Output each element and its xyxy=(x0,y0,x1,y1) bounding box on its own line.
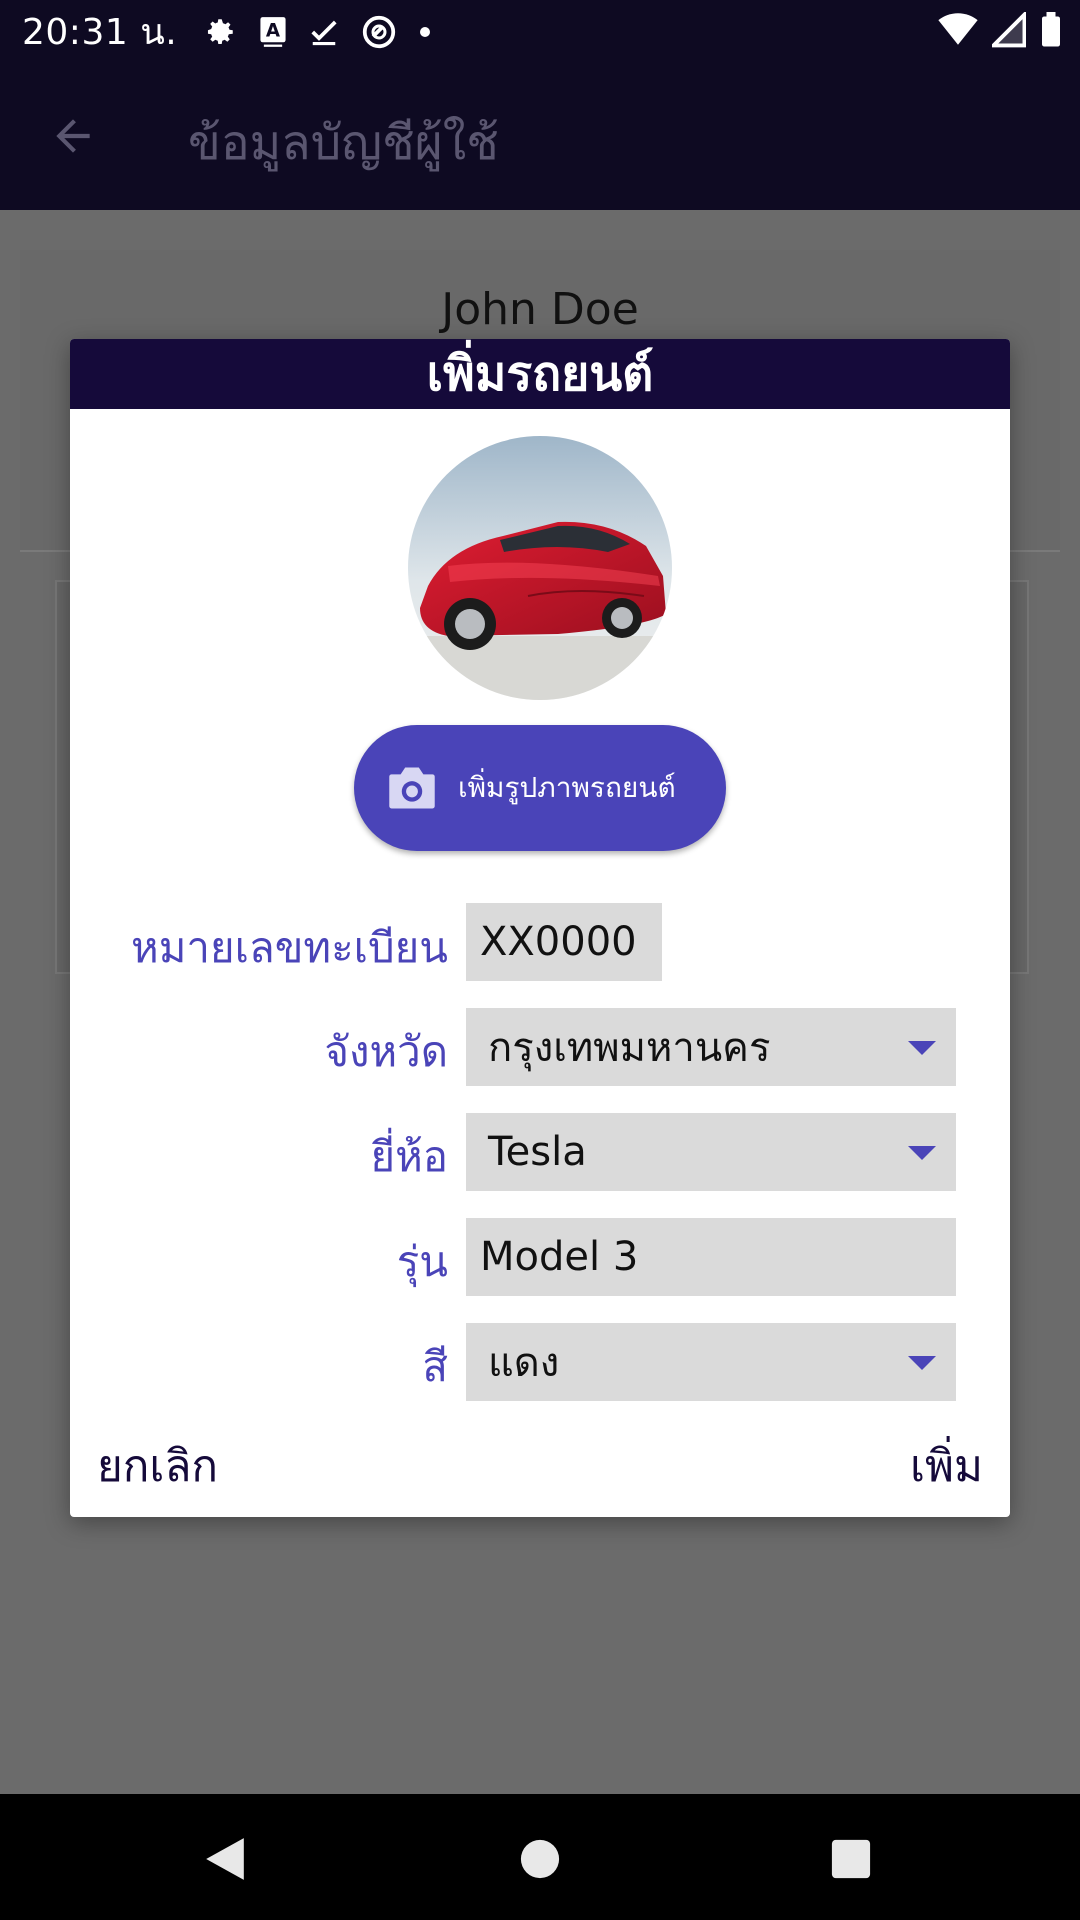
province-value: กรุงเทพมหานคร xyxy=(488,1025,771,1071)
plate-label: หมายเลขทะเบียน xyxy=(131,923,448,972)
camera-icon xyxy=(389,767,435,809)
settings-icon xyxy=(208,18,233,44)
svg-text:A: A xyxy=(266,20,281,41)
plate-value: XX0000 xyxy=(480,919,637,965)
square-recents-icon xyxy=(831,1839,871,1879)
brand-select[interactable]: Tesla xyxy=(466,1113,956,1191)
plate-input[interactable]: XX0000 xyxy=(466,903,662,981)
add-car-dialog: เพิ่มรถยนต์ เพิ่มรูปภาพรถยนต์ หมายเลขทะเ… xyxy=(70,339,1010,1517)
checkmark-icon xyxy=(311,20,337,45)
car-image xyxy=(408,436,672,700)
brand-value: Tesla xyxy=(488,1129,587,1175)
add-button[interactable]: เพิ่ม xyxy=(910,1431,983,1501)
car-photo[interactable] xyxy=(408,436,672,700)
a-box-icon: A xyxy=(260,16,286,47)
user-name: John Doe xyxy=(441,284,639,335)
status-right-icons xyxy=(938,12,1062,48)
circle-home-icon xyxy=(520,1839,560,1879)
color-value: แดง xyxy=(488,1340,560,1386)
model-input[interactable]: Model 3 xyxy=(466,1218,956,1296)
signal-icon xyxy=(992,12,1026,48)
brand-label: ยี่ห้อ xyxy=(370,1132,448,1181)
status-icons: A xyxy=(203,14,431,50)
color-select[interactable]: แดง xyxy=(466,1323,956,1401)
model-value: Model 3 xyxy=(480,1234,639,1280)
page-title: ข้อมูลบัญชีผู้ใช้ xyxy=(188,115,499,171)
nav-home-button[interactable] xyxy=(519,1836,561,1886)
arrow-left-icon xyxy=(56,119,90,153)
nav-recents-button[interactable] xyxy=(830,1836,872,1886)
nav-back-button[interactable] xyxy=(204,1836,246,1886)
status-bar: 20:31 น. A xyxy=(0,0,1080,63)
battery-icon xyxy=(1042,12,1060,47)
color-label: สี xyxy=(422,1342,448,1391)
province-label: จังหวัด xyxy=(324,1027,448,1076)
chevron-down-icon xyxy=(908,1146,936,1160)
dot-icon xyxy=(420,26,431,37)
dialog-title: เพิ่มรถยนต์ xyxy=(70,339,1010,409)
triangle-back-icon xyxy=(206,1838,244,1880)
back-button[interactable] xyxy=(48,111,98,165)
app-bar: ข้อมูลบัญชีผู้ใช้ xyxy=(0,63,1080,210)
circle-logo-icon xyxy=(363,15,396,48)
wifi-icon xyxy=(938,13,978,45)
model-label: รุ่น xyxy=(396,1237,448,1286)
province-select[interactable]: กรุงเทพมหานคร xyxy=(466,1008,956,1086)
chevron-down-icon xyxy=(908,1041,936,1055)
status-time: 20:31 น. xyxy=(22,12,178,53)
chevron-down-icon xyxy=(908,1356,936,1370)
cancel-button[interactable]: ยกเลิก xyxy=(97,1431,218,1501)
add-car-photo-label: เพิ่มรูปภาพรถยนต์ xyxy=(458,771,676,804)
add-car-photo-button[interactable]: เพิ่มรูปภาพรถยนต์ xyxy=(354,725,726,851)
navigation-bar xyxy=(0,1794,1080,1920)
